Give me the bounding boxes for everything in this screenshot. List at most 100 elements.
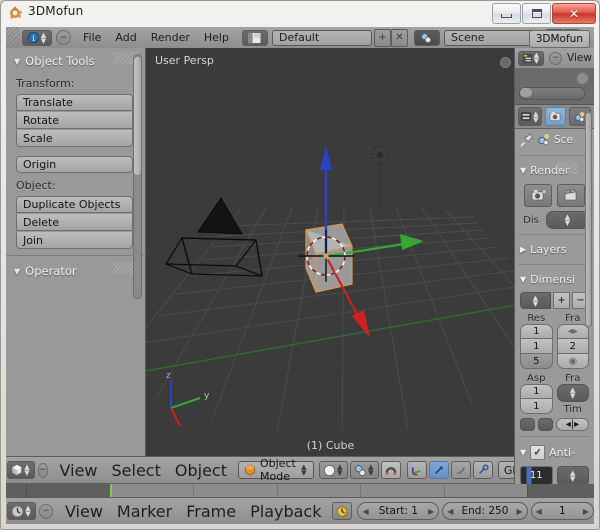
menu-render[interactable]: Render [144,27,197,48]
editor-type-selector-outliner[interactable]: ▲▼ [518,51,544,66]
interaction-mode-selector[interactable]: Object Mode ▲▼ [238,461,314,479]
chevron-right-icon[interactable]: ▶ [516,507,522,516]
panel-object-tools[interactable]: ▼ Object Tools [6,48,145,72]
rotate-button[interactable]: Rotate [16,112,133,129]
display-mode-field[interactable]: ▲▼ [546,211,589,229]
preset-add-button[interactable]: + [553,292,570,309]
end-frame-field[interactable]: ◀ End: 250 ▶ [442,502,527,520]
timeline-menu-playback[interactable]: Playback [243,501,328,522]
rotate-manipulator-toggle[interactable] [429,461,449,479]
minimize-button[interactable] [492,3,521,24]
render-animation-icon[interactable] [557,184,585,207]
section-antialiasing-label: Anti- [549,446,575,459]
section-dimensions[interactable]: ▼ Dimensi [515,269,594,290]
menu-select[interactable]: Select [105,460,168,481]
viewport-shading-selector[interactable]: ▲▼ [319,461,348,479]
menu-file[interactable]: File [76,27,108,48]
translate-button[interactable]: Translate [16,94,133,111]
resolution-x-field[interactable]: 1 [520,324,553,339]
menu-object[interactable]: Object [168,460,234,481]
duplicate-objects-button[interactable]: Duplicate Objects [16,196,133,213]
framerate-field[interactable]: ▲▼ [557,384,590,402]
outliner-handle-icon[interactable] [576,72,589,85]
delete-button[interactable]: Delete [16,214,133,231]
screen-layout-icon[interactable] [242,30,268,46]
time-remap-field[interactable]: ◂|▸ [556,418,589,431]
timeline-menu-marker[interactable]: Marker [110,501,179,522]
time-swatch-2[interactable] [538,418,553,431]
maximize-button[interactable] [522,3,551,24]
pivot-point-selector[interactable]: ▲▼ [350,461,379,479]
screen-remove-button[interactable]: ✕ [391,29,408,47]
join-button[interactable]: Join [16,232,133,249]
dimensions-grid: Res 1 1 5 Fra ◂▸ 2 ◉ [515,311,594,371]
aa-filter-field[interactable]: ▲▼ [557,466,590,485]
timeline-menu-view[interactable]: View [58,501,110,522]
render-image-icon[interactable] [524,184,552,207]
manipulator-extra-toggle[interactable] [473,461,493,479]
resolution-y-field[interactable]: 1 [520,339,553,354]
aa-samples-field[interactable]: 11 [520,466,553,485]
properties-menu-view[interactable]: View [565,48,594,69]
sync-mode-button[interactable] [332,502,352,520]
translate-manipulator-toggle[interactable] [407,461,427,479]
aspect-y-field[interactable]: 1 [520,399,553,414]
properties-breadcrumb: Sce [515,129,594,151]
frame-end-field[interactable]: 2 [557,339,590,354]
screen-add-button[interactable]: + [374,29,391,47]
antialiasing-checkbox[interactable]: ✓ [530,445,545,460]
chevron-left-icon[interactable]: ◀ [362,507,368,516]
frame-step-field[interactable]: ◉ [557,354,590,369]
chevron-left-icon[interactable]: ◀ [447,507,453,516]
close-button[interactable]: ✕ [552,3,596,24]
section-antialiasing[interactable]: ▼ ✓ Anti- [515,441,594,464]
outliner-scrollbar[interactable] [519,87,585,100]
properties-tab-selector[interactable]: ▲▼ [518,107,542,126]
toolshelf-scrollbar[interactable] [133,54,142,299]
editor-type-selector-3dview[interactable]: ▲▼ [7,461,35,479]
collapse-icon[interactable]: − [39,504,53,519]
time-swatch-1[interactable] [520,418,535,431]
3d-viewport[interactable]: y z User Persp (1) Cube [146,48,515,458]
preset-stepper[interactable]: ▲▼ [520,292,551,309]
menu-add[interactable]: Add [108,27,143,48]
snap-magnet-toggle[interactable] [381,461,401,479]
section-layers[interactable]: ▶ Layers [515,239,594,260]
window-tab[interactable]: 3DMofun [529,30,590,48]
panel-operator[interactable]: ▼ Operator [6,256,145,282]
editor-type-selector-info[interactable]: i ▲▼ [22,30,52,46]
chevron-left-icon[interactable]: ◀ [536,507,542,516]
menu-view[interactable]: View [53,460,105,481]
origin-button[interactable]: Origin [16,156,133,173]
viewport-handle-icon[interactable] [500,57,511,68]
editor-type-selector-timeline[interactable]: ▲▼ [7,502,36,520]
screen-add-remove: + ✕ [374,29,408,47]
scale-button[interactable]: Scale [16,130,133,147]
scale-manipulator-toggle[interactable] [451,461,471,479]
divider [519,264,590,265]
frame-start-field[interactable]: ◂▸ [557,324,590,339]
pin-icon[interactable] [520,133,534,147]
current-frame-field[interactable]: ◀ 1 ▶ [531,502,594,520]
render-tab-icon[interactable] [545,107,567,126]
menu-help[interactable]: Help [197,27,236,48]
timeline-menu-frame[interactable]: Frame [179,501,243,522]
chevron-right-icon[interactable]: ▶ [428,507,434,516]
chevron-right-icon[interactable]: ▶ [583,507,589,516]
scrollbar-thumb[interactable] [520,88,532,97]
scrollbar-thumb[interactable] [134,57,141,175]
outliner-strip[interactable] [515,68,594,105]
collapse-icon[interactable]: − [56,30,71,45]
chevron-updown-icon: ▲▼ [40,32,48,44]
start-frame-field[interactable]: ◀ Start: 1 ▶ [357,502,439,520]
aspect-x-field[interactable]: 1 [520,384,553,399]
collapse-icon[interactable]: − [549,52,562,65]
screen-layout-field[interactable]: Default [272,30,372,46]
section-render[interactable]: ▼ Render [515,160,594,181]
resolution-percent-field[interactable]: 5 [520,354,553,369]
header-grip[interactable] [6,27,20,48]
interaction-mode-value: Object Mode [260,457,296,483]
end-frame-value: End: 250 [462,505,509,517]
properties-scrollbar[interactable] [585,112,592,327]
collapse-icon[interactable]: − [38,463,48,478]
